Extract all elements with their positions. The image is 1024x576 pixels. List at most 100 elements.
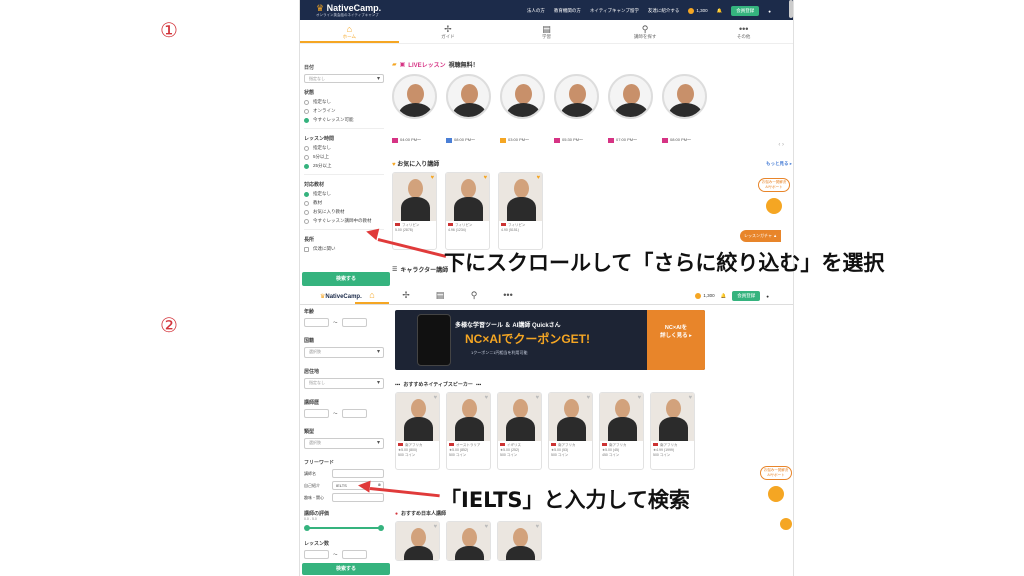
more-icon: ••• <box>503 290 513 300</box>
residence-select[interactable]: 指定なし <box>304 378 384 389</box>
country-label: 国籍 <box>304 338 315 344</box>
heart-icon[interactable]: ♥ <box>433 395 437 401</box>
career-min-input[interactable] <box>304 409 329 418</box>
lesson-gacha-tab[interactable]: レッスンガチャ ▲ <box>740 230 782 242</box>
age-min-input[interactable] <box>304 318 329 327</box>
clear-icon[interactable]: ⊗ <box>378 482 381 487</box>
heart-icon[interactable]: ♥ <box>637 395 641 401</box>
teacher-card[interactable]: ♥ 南アフリカ ★5.00 (53) 500 コイン <box>548 392 593 470</box>
lessons-max-input[interactable] <box>341 550 367 559</box>
scrollbar[interactable] <box>789 0 793 18</box>
logo[interactable]: ♛NativeCamp. <box>300 288 362 304</box>
tab-study[interactable]: ▤ <box>423 288 457 304</box>
teacher-card[interactable]: ♥ フィリピン 4.90 (5151) <box>498 172 543 250</box>
teacher-avatar[interactable] <box>446 74 491 119</box>
bell-icon[interactable]: 🔔 <box>717 8 723 14</box>
heart-icon[interactable]: ♥ <box>484 524 488 530</box>
lesson-time-option[interactable]: 25分以上 <box>304 163 384 169</box>
career-max-input[interactable] <box>341 409 367 418</box>
heart-icon[interactable]: ♥ <box>430 175 434 181</box>
heart-icon[interactable]: ♥ <box>433 524 437 530</box>
status-option[interactable]: 今すぐレッスン可能 <box>304 117 384 123</box>
hobby-input[interactable] <box>332 493 384 502</box>
link-education[interactable]: 教育機関の方 <box>554 8 581 14</box>
material-option[interactable]: お気に入り教材 <box>304 209 384 215</box>
date-select[interactable]: 指定なし <box>304 74 384 83</box>
lessons-min-input[interactable] <box>304 550 329 559</box>
status-option[interactable]: オンライン <box>304 108 384 114</box>
ticket-icon: ▰ <box>392 62 397 68</box>
teacher-avatar[interactable] <box>662 74 707 119</box>
search-button[interactable]: 検索する <box>302 272 390 286</box>
tab-more[interactable]: ••• その他 <box>694 20 793 43</box>
teacher-avatar[interactable] <box>554 74 599 119</box>
teacher-card[interactable]: ♥ <box>497 521 542 561</box>
heart-icon[interactable]: ♥ <box>483 175 487 181</box>
link-refer[interactable]: 友達に紹介する <box>648 8 680 14</box>
heart-icon[interactable]: ♥ <box>688 395 692 401</box>
tab-guide[interactable]: ✢ <box>389 288 423 304</box>
banner-cta[interactable]: NC×AIを 詳しく見る ▸ <box>647 310 705 370</box>
see-more-link[interactable]: もっと見る ▸ <box>766 161 792 167</box>
teacher-card[interactable]: ♥ 南アフリカ ★4.99 (1999) 500 コイン <box>650 392 695 470</box>
carousel-arrows[interactable]: ‹ › <box>778 142 784 148</box>
country-select[interactable]: 選択肢 <box>304 347 384 358</box>
link-study-abroad[interactable]: ネイティブキャンプ留学 <box>590 8 639 14</box>
age-max-input[interactable] <box>341 318 367 327</box>
avatar[interactable]: ● <box>766 294 769 299</box>
member-button[interactable]: 会員登録 <box>732 291 761 301</box>
heart-icon[interactable]: ♥ <box>535 524 539 530</box>
tab-study[interactable]: ▤ 学習 <box>497 20 596 43</box>
features-option[interactable]: 伝達に関い <box>304 246 384 252</box>
tab-find-teacher[interactable]: ⚲ <box>457 288 491 304</box>
tab-find-teacher[interactable]: ⚲ 講師を探す <box>596 20 695 43</box>
heart-icon[interactable]: ♥ <box>484 395 488 401</box>
material-option[interactable]: 指定なし <box>304 191 384 197</box>
gacha-icon[interactable] <box>778 516 793 532</box>
bell-icon[interactable]: 🔔 <box>721 293 727 299</box>
banner-subtext: 1クーポン＝1円相当を利用可能 <box>471 350 528 355</box>
tab-home[interactable]: ⌂ <box>355 288 389 304</box>
teacher-card[interactable]: ♥ <box>395 521 440 561</box>
teacher-card[interactable]: ♥ フィリピン 4.96 (1234) <box>445 172 490 250</box>
teacher-avatar[interactable] <box>608 74 653 119</box>
age-range: 〜 <box>304 318 384 327</box>
avatar[interactable]: ● <box>768 9 771 14</box>
teacher-card[interactable]: ♥ <box>446 521 491 561</box>
advanced-filter-sidebar: 年齢 〜 国籍 選択肢 居住地 指定なし 講師歴 〜 類型 選択肢 フリーワード… <box>304 308 384 559</box>
heart-icon[interactable]: ♥ <box>586 395 590 401</box>
nc-ai-banner[interactable]: 多様な学習ツール ＆ AI講師 Quickさん NC×AIでクーポンGET! 1… <box>395 310 705 370</box>
link-corporate[interactable]: 法人の方 <box>527 8 545 14</box>
ai-support-badge[interactable]: お悩み一発解決 AIサポート <box>760 466 792 480</box>
slider-handle[interactable] <box>378 525 384 531</box>
material-option[interactable]: 教材 <box>304 200 384 206</box>
search-button[interactable]: 検索する <box>302 563 390 575</box>
teacher-name-row: 講師名 <box>304 469 384 478</box>
teacher-card[interactable]: ♥ フィリピン 5.00 (2878) <box>392 172 437 250</box>
robot-icon[interactable] <box>764 196 784 216</box>
teacher-name-input[interactable] <box>332 469 384 478</box>
lesson-time-option[interactable]: 指定なし <box>304 145 384 151</box>
tab-more[interactable]: ••• <box>491 288 525 304</box>
teacher-card[interactable]: ♥ 南アフリカ ★5.00 (800) 500 コイン <box>395 392 440 470</box>
tab-home[interactable]: ⌂ ホーム <box>300 20 399 43</box>
guide-icon: ✢ <box>402 290 410 300</box>
member-button[interactable]: 会員登録 <box>731 6 760 16</box>
heart-icon[interactable]: ♥ <box>535 395 539 401</box>
lesson-time-option[interactable]: 5分以上 <box>304 154 384 160</box>
robot-icon[interactable] <box>766 484 786 504</box>
heart-icon[interactable]: ♥ <box>536 175 540 181</box>
rating-slider[interactable] <box>304 524 384 532</box>
slider-handle[interactable] <box>304 525 310 531</box>
teacher-card[interactable]: ♥ オーストラリア ★5.00 (852) 500 コイン <box>446 392 491 470</box>
type-select[interactable]: 選択肢 <box>304 438 384 449</box>
ai-support-badge[interactable]: お悩み一発解決 AIサポート <box>758 178 790 192</box>
material-option[interactable]: 今すぐレッスン講師中の教材 <box>304 218 384 224</box>
tab-guide[interactable]: ✢ ガイド <box>399 20 498 43</box>
teacher-avatar[interactable] <box>392 74 437 119</box>
status-option[interactable]: 指定なし <box>304 99 384 105</box>
teacher-card[interactable]: ♥ 南アフリカ ★5.00 (45) 450 コイン <box>599 392 644 470</box>
teacher-avatar[interactable] <box>500 74 545 119</box>
step-1-label: ① <box>160 18 178 42</box>
teacher-card[interactable]: ♥ イギリス ★5.00 (252) 500 コイン <box>497 392 542 470</box>
